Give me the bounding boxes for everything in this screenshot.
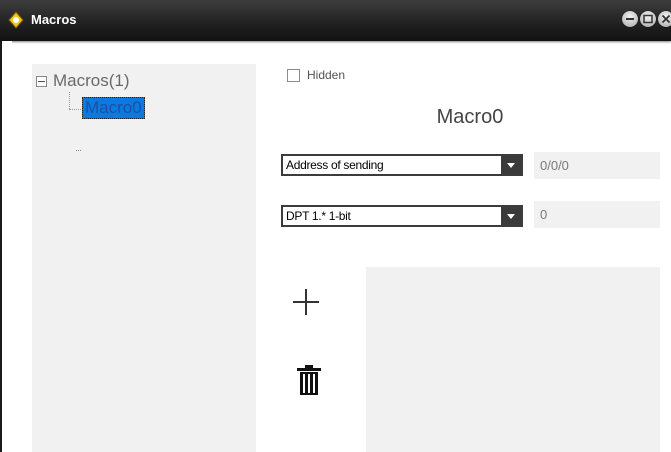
address-type-value: Address of sending — [286, 158, 384, 172]
address-type-dropdown[interactable]: Address of sending — [281, 154, 523, 176]
macro-app-icon — [8, 11, 24, 29]
tree-root-label: Macros(1) — [53, 71, 130, 90]
close-icon — [661, 14, 671, 24]
plus-icon[interactable] — [290, 286, 322, 318]
address-value-field[interactable]: 0/0/0 — [534, 152, 660, 179]
macro-items-panel[interactable] — [366, 267, 660, 452]
window-title: Macros — [31, 12, 77, 27]
title-bar[interactable]: Macros — [0, 0, 671, 41]
minimize-icon — [626, 18, 634, 20]
dpt-type-value: DPT 1.* 1-bit — [286, 209, 351, 223]
dpt-value-field[interactable]: 0 — [534, 201, 660, 228]
chevron-down-icon[interactable] — [501, 156, 521, 174]
window-frame — [0, 41, 12, 452]
trash-icon[interactable] — [295, 364, 323, 396]
hidden-label: Hidden — [307, 68, 346, 82]
tree-root-item[interactable]: Macros(1) — [36, 70, 130, 151]
close-button[interactable] — [658, 11, 671, 27]
checkbox-box[interactable] — [287, 68, 300, 82]
dpt-type-dropdown[interactable]: DPT 1.* 1-bit — [281, 205, 523, 227]
chevron-down-icon[interactable] — [501, 207, 521, 225]
hidden-checkbox[interactable]: Hidden — [287, 68, 345, 82]
tree-connector — [69, 109, 81, 110]
minimize-button[interactable] — [622, 11, 638, 27]
macro-tree-panel — [32, 64, 256, 452]
collapse-icon[interactable] — [36, 75, 47, 87]
tree-connector — [76, 150, 81, 151]
maximize-icon — [643, 14, 653, 24]
maximize-button[interactable] — [640, 11, 656, 27]
tree-item-macro0[interactable]: Macro0 — [82, 97, 145, 119]
macro-name-heading: Macro0 — [436, 106, 504, 128]
tree-connector — [69, 92, 70, 109]
